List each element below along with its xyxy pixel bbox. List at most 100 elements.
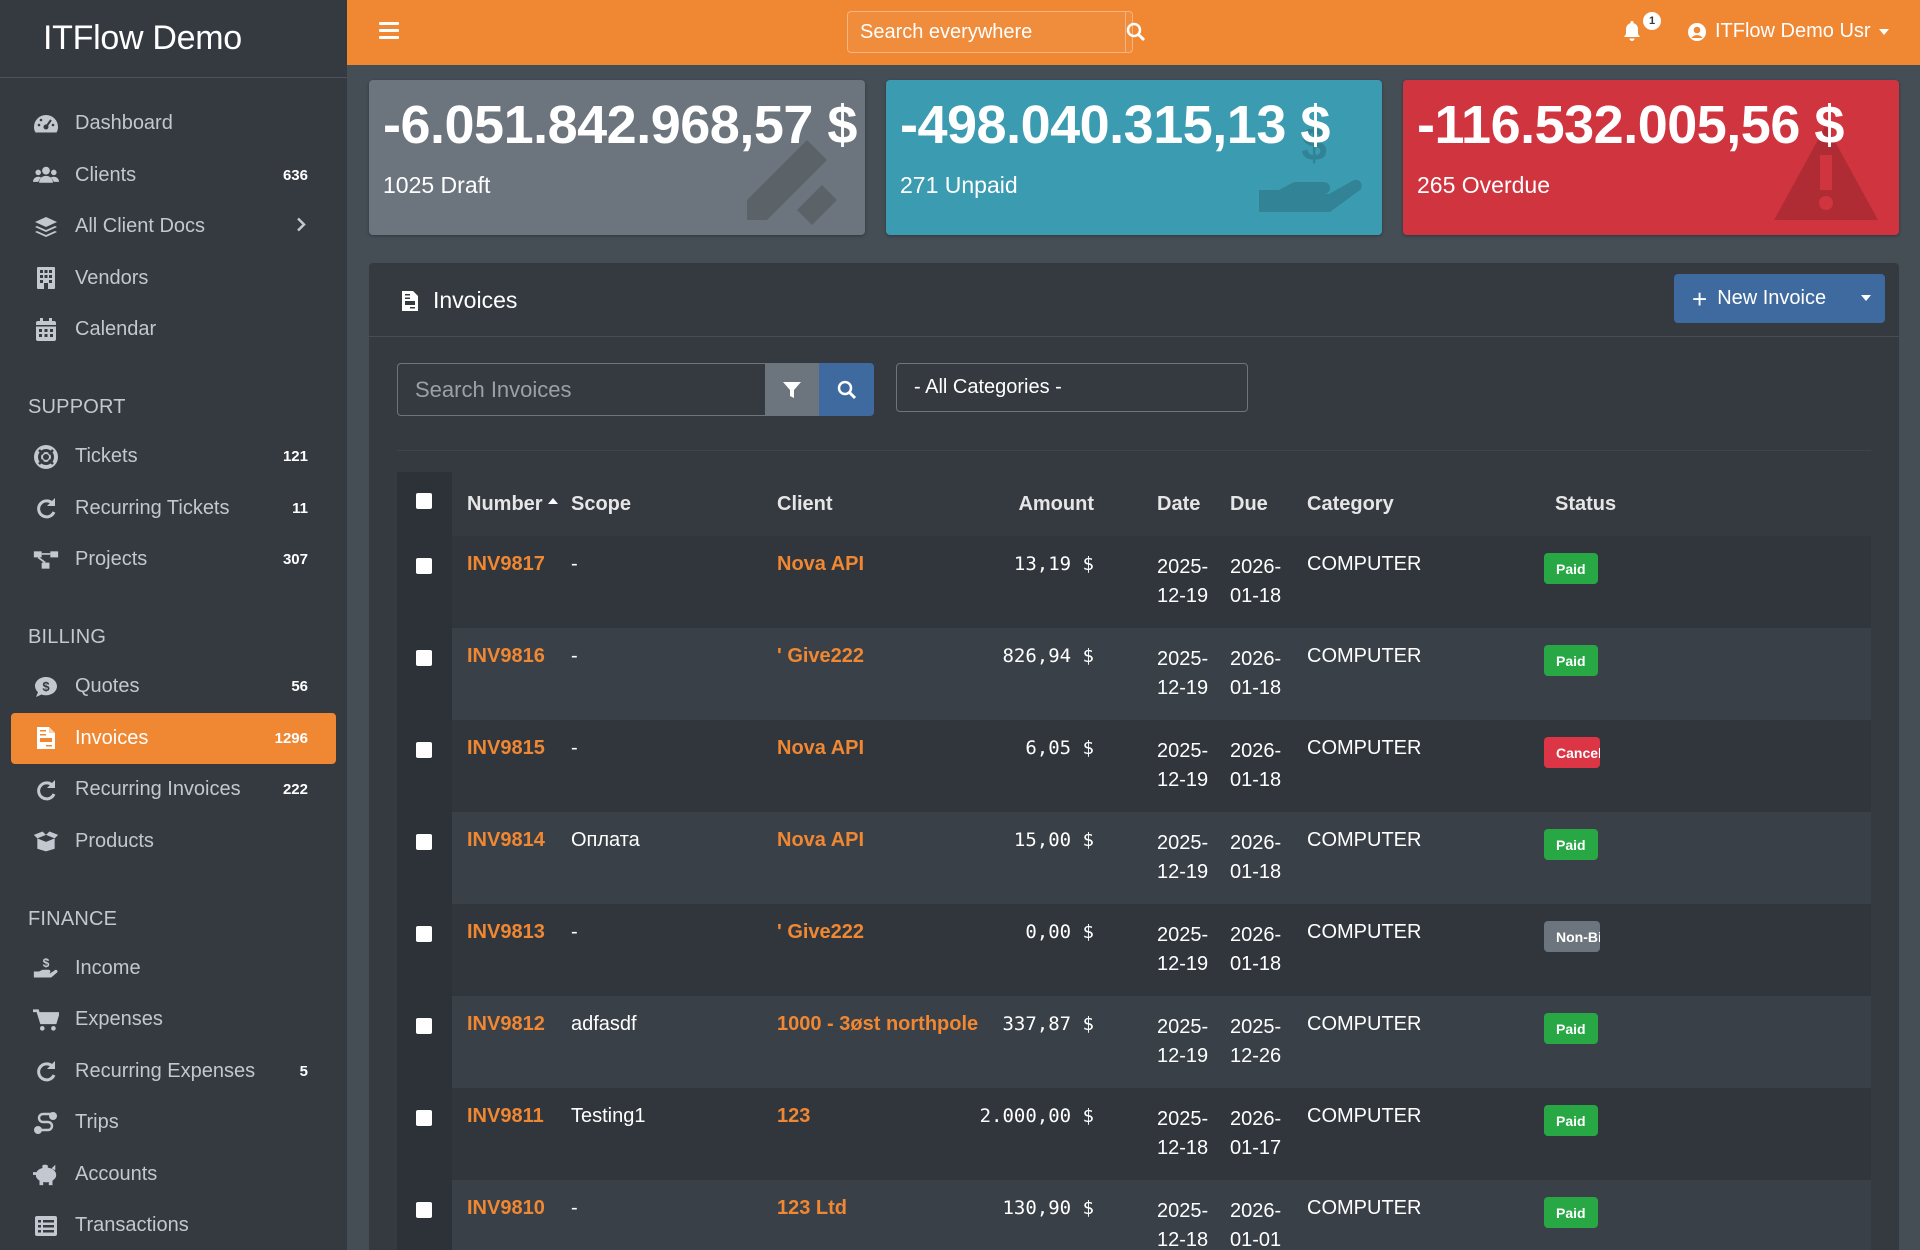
sidebar-item-tickets[interactable]: Tickets 121 [11,431,336,483]
sidebar-item-all-client-docs[interactable]: All Client Docs [11,201,336,253]
row-checkbox[interactable] [416,558,432,574]
column-header-client[interactable]: Client [777,493,833,516]
filter-button[interactable] [765,363,819,416]
sidebar-item-recurring-tickets[interactable]: Recurring Tickets 11 [11,483,336,535]
select-all-checkbox[interactable] [416,493,432,509]
sidebar-item-label: Vendors [75,266,149,289]
status-badge: Paid [1544,1197,1598,1228]
invoice-scope: - [571,737,578,759]
sidebar-item-expenses[interactable]: Expenses [11,994,336,1046]
global-search-input[interactable] [848,12,1125,52]
invoice-due: 2026-01-18 [1230,740,1282,791]
column-header-scope[interactable]: Scope [571,493,631,516]
users-icon [33,162,59,188]
notifications-bell-icon[interactable] [1623,20,1641,47]
sidebar-item-count: 121 [282,448,308,466]
sidebar-item-recurring-invoices[interactable]: Recurring Invoices 222 [11,764,336,816]
invoice-search-group [397,363,874,416]
table-row: INV9815 - Nova API 6,05 $ 2025-12-19 202… [397,720,1871,812]
sidebar-item-income[interactable]: $ Income [11,943,336,995]
sidebar-item-calendar[interactable]: Calendar [11,304,336,356]
sidebar-item-recurring-expenses[interactable]: Recurring Expenses 5 [11,1046,336,1098]
invoice-date: 2025-12-18 [1157,1108,1209,1159]
invoice-amount: 0,00 $ [1025,921,1094,943]
column-header-due[interactable]: Due [1230,493,1268,516]
invoice-category: COMPUTER [1307,645,1422,667]
client-link[interactable]: ' Give222 [777,921,864,944]
client-link[interactable]: 1000 - 3øst northpole [777,1013,978,1036]
column-header-number[interactable]: Number [467,493,558,516]
invoice-due: 2026-01-18 [1230,648,1282,699]
client-link[interactable]: 123 [777,1105,810,1128]
user-menu[interactable]: ITFlow Demo Usr [1687,20,1889,43]
sidebar-item-invoices[interactable]: Invoices 1296 [11,712,336,764]
brand-logo-text[interactable]: ITFlow Demo [0,0,347,78]
invoice-due: 2026-01-18 [1230,832,1282,883]
category-select[interactable]: - All Categories - [896,363,1248,412]
client-link[interactable]: Nova API [777,553,864,576]
row-checkbox[interactable] [416,742,432,758]
invoice-number-link[interactable]: INV9815 [467,737,545,760]
caret-down-icon[interactable] [1861,295,1871,301]
sidebar-item-quotes[interactable]: $ Quotes 56 [11,661,336,713]
column-header-status[interactable]: Status [1555,493,1616,516]
sidebar-item-count: 5 [299,1062,308,1080]
sidebar-item-clients[interactable]: Clients 636 [11,150,336,202]
invoice-category: COMPUTER [1307,737,1422,759]
global-search [847,11,1146,53]
table-row: INV9812 adfasdf 1000 - 3øst northpole 33… [397,996,1871,1088]
client-link[interactable]: Nova API [777,737,864,760]
invoice-number-link[interactable]: INV9811 [467,1105,544,1128]
invoice-due: 2026-01-18 [1230,924,1282,975]
global-search-button[interactable] [1125,12,1146,52]
column-header-category[interactable]: Category [1307,493,1394,516]
invoice-category: COMPUTER [1307,1197,1422,1219]
invoice-number-link[interactable]: INV9812 [467,1013,545,1036]
sidebar-item-label: Calendar [75,318,157,341]
sidebar-item-transactions[interactable]: Transactions [11,1200,336,1250]
stat-box-overdue[interactable]: -116.532.005,56 $ 265 Overdue [1403,80,1899,235]
stat-label: 1025 Draft [383,172,491,198]
sidebar-item-products[interactable]: Products [11,816,336,868]
client-link[interactable]: ' Give222 [777,645,864,668]
row-checkbox[interactable] [416,1110,432,1126]
sidebar-item-label: Recurring Tickets [75,496,230,519]
row-checkbox[interactable] [416,1018,432,1034]
client-link[interactable]: Nova API [777,829,864,852]
invoice-number-link[interactable]: INV9817 [467,553,545,576]
row-checkbox[interactable] [416,1202,432,1218]
invoice-amount: 15,00 $ [1013,829,1094,851]
hamburger-menu-icon[interactable] [379,22,399,40]
invoice-number-link[interactable]: INV9813 [467,921,545,944]
row-checkbox[interactable] [416,650,432,666]
invoice-category: COMPUTER [1307,921,1422,943]
sidebar-item-trips[interactable]: Trips [11,1097,336,1149]
top-navbar: 1 ITFlow Demo Usr [347,0,1920,65]
status-badge: Cancell [1544,737,1600,768]
sidebar-item-dashboard[interactable]: Dashboard [11,98,336,150]
invoice-date: 2025-12-19 [1157,740,1209,791]
sidebar-item-projects[interactable]: Projects 307 [11,534,336,586]
select-all-cell [397,472,452,536]
row-checkbox[interactable] [416,926,432,942]
stat-box-draft[interactable]: -6.051.842.968,57 $ 1025 Draft [369,80,865,235]
invoice-number-link[interactable]: INV9810 [467,1197,545,1220]
new-invoice-label: New Invoice [1717,287,1827,309]
column-header-amount[interactable]: Amount [1018,493,1094,516]
sidebar-item-count: 56 [291,678,308,696]
invoice-number-link[interactable]: INV9814 [467,829,545,852]
invoice-number-link[interactable]: INV9816 [467,645,545,668]
new-invoice-button[interactable]: + New Invoice [1674,274,1885,323]
column-header-date[interactable]: Date [1157,493,1200,516]
invoice-search-button[interactable] [819,363,874,416]
stat-box-unpaid[interactable]: $ -498.040.315,13 $ 271 Unpaid [886,80,1382,235]
invoice-amount: 6,05 $ [1025,737,1094,759]
invoice-search-input[interactable] [397,363,765,416]
client-link[interactable]: 123 Ltd [777,1197,847,1220]
table-body: INV9817 - Nova API 13,19 $ 2025-12-19 20… [397,536,1871,1250]
sidebar-item-vendors[interactable]: Vendors [11,253,336,305]
comment-dollar-icon: $ [33,674,59,700]
sidebar-item-accounts[interactable]: Accounts [11,1149,336,1201]
invoice-due: 2025-12-26 [1230,1016,1282,1067]
row-checkbox[interactable] [416,834,432,850]
